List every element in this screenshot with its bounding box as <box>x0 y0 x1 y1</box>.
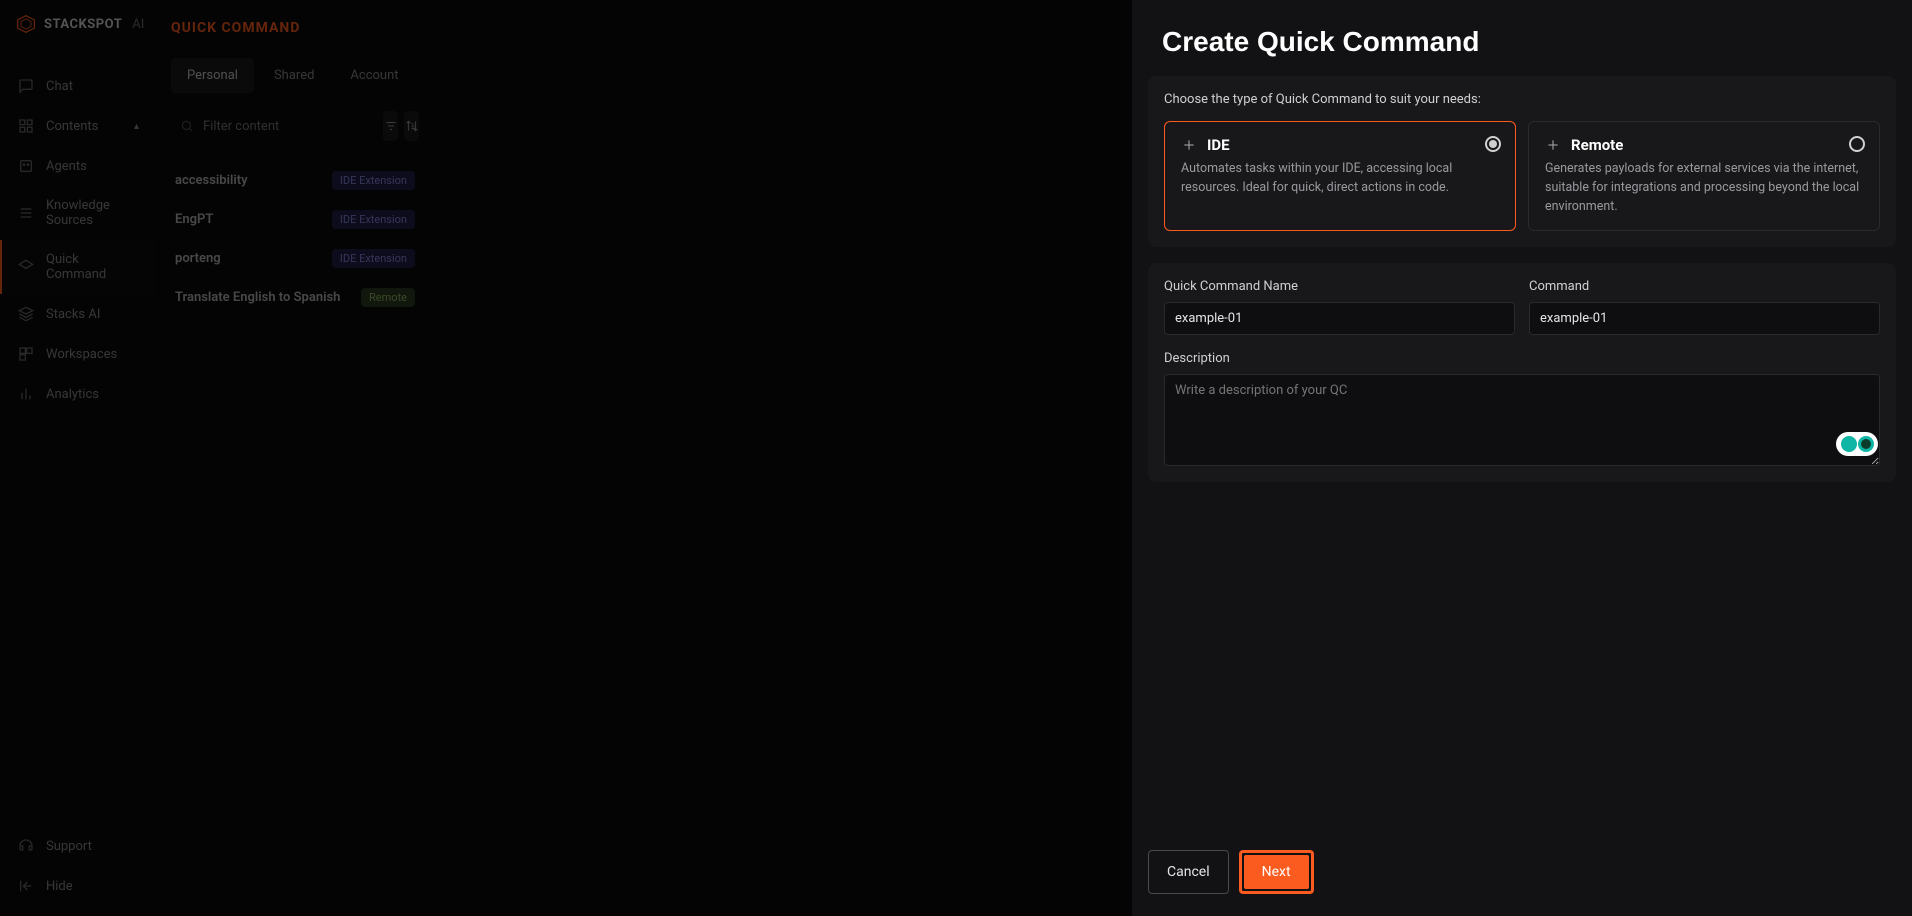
grammarly-widget[interactable] <box>1836 432 1878 456</box>
type-card-title: IDE <box>1207 136 1230 154</box>
description-label: Description <box>1164 351 1880 366</box>
type-card-desc: Automates tasks within your IDE, accessi… <box>1181 160 1499 198</box>
plus-icon <box>1181 137 1197 153</box>
description-textarea[interactable] <box>1164 374 1880 466</box>
type-card-title: Remote <box>1571 136 1623 154</box>
create-quick-command-modal: Create Quick Command Choose the type of … <box>1132 0 1912 916</box>
command-label: Command <box>1529 279 1880 294</box>
cancel-button[interactable]: Cancel <box>1148 850 1229 894</box>
name-input[interactable] <box>1164 302 1515 335</box>
type-card-ide[interactable]: IDE Automates tasks within your IDE, acc… <box>1164 121 1516 231</box>
plus-icon <box>1545 137 1561 153</box>
type-card-remote[interactable]: Remote Generates payloads for external s… <box>1528 121 1880 231</box>
grammarly-icon <box>1858 436 1874 452</box>
next-button[interactable]: Next <box>1244 855 1309 889</box>
type-card-desc: Generates payloads for external services… <box>1545 160 1863 216</box>
name-label: Quick Command Name <box>1164 279 1515 294</box>
command-input[interactable] <box>1529 302 1880 335</box>
radio-selected-icon <box>1485 136 1501 152</box>
form-section: Quick Command Name Command Description <box>1148 263 1896 482</box>
radio-icon <box>1849 136 1865 152</box>
modal-title: Create Quick Command <box>1132 0 1912 76</box>
modal-footer: Cancel Next <box>1132 834 1912 916</box>
next-button-highlight: Next <box>1239 850 1314 894</box>
grammarly-icon <box>1841 436 1857 452</box>
type-section: Choose the type of Quick Command to suit… <box>1148 76 1896 247</box>
type-prompt: Choose the type of Quick Command to suit… <box>1164 92 1880 107</box>
